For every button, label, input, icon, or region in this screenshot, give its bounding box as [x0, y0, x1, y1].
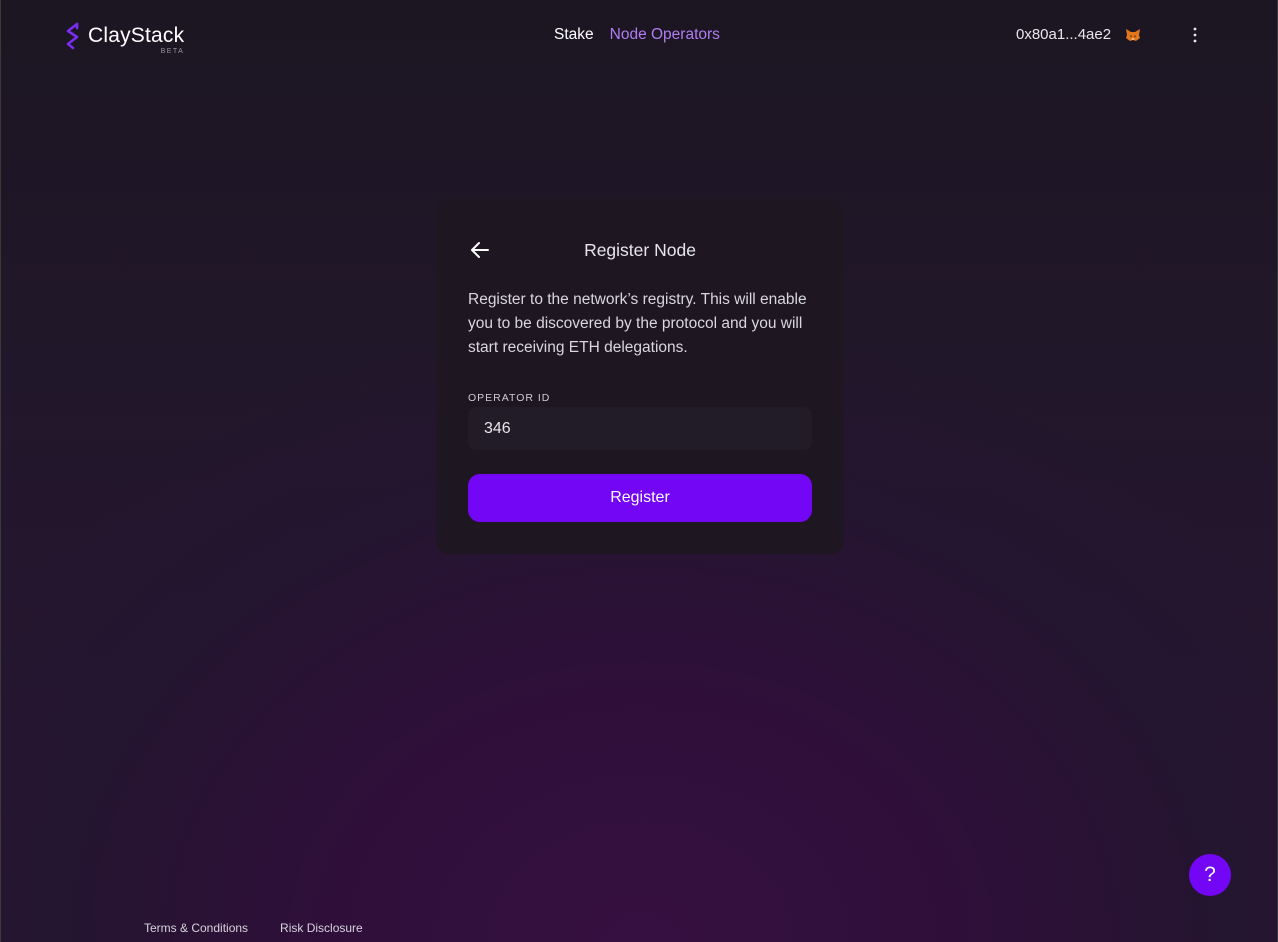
- claystack-logo[interactable]: ClayStack BETA: [64, 22, 185, 55]
- beta-badge: BETA: [160, 48, 185, 55]
- nav-link-stake[interactable]: Stake: [554, 26, 594, 44]
- top-header: ClayStack BETA Stake Node Operators 0x80…: [0, 0, 1278, 72]
- card-description: Register to the network’s registry. This…: [468, 291, 807, 356]
- operator-id-input[interactable]: [468, 407, 812, 450]
- metamask-fox-icon: [1126, 28, 1141, 41]
- card-title: Register Node: [584, 240, 696, 260]
- wallet-button[interactable]: 0x80a1...4ae2: [1016, 26, 1141, 43]
- help-button[interactable]: ?: [1189, 854, 1231, 896]
- card-header: Register Node: [468, 234, 812, 266]
- wallet-address: 0x80a1...4ae2: [1016, 26, 1112, 43]
- risk-disclosure-link[interactable]: Risk Disclosure: [280, 921, 363, 935]
- operator-id-label: OPERATOR ID: [468, 392, 551, 404]
- logo-text: ClayStack: [88, 24, 185, 47]
- main-nav: Stake Node Operators: [554, 26, 720, 44]
- page-footer: Terms & Conditions Risk Disclosure: [144, 921, 363, 935]
- claystack-logo-icon: [66, 22, 79, 50]
- register-button[interactable]: Register: [468, 474, 812, 522]
- nav-link-node-operators[interactable]: Node Operators: [610, 26, 720, 44]
- register-node-card: Register Node Register to the network’s …: [436, 198, 844, 554]
- terms-link[interactable]: Terms & Conditions: [144, 921, 248, 935]
- logo-wordmark: ClayStack BETA: [88, 22, 185, 55]
- kebab-menu-icon[interactable]: [1186, 26, 1204, 44]
